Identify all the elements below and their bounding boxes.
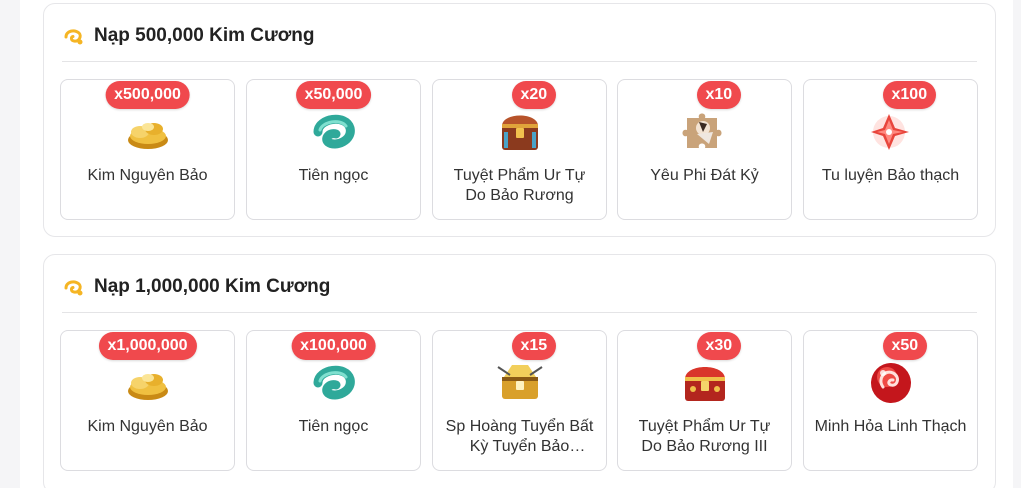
reward-card[interactable]: x100,000 Tiên ngọc	[246, 330, 421, 471]
item-name: Yêu Phi Đát Kỷ	[650, 167, 759, 184]
reward-card[interactable]: x20 Tuyệt Phẩm Ur Tự Do Bảo Rương	[432, 79, 607, 220]
section-title: Nạp 1,000,000 Kim Cương	[94, 276, 331, 297]
reward-card[interactable]: x15 Sp Hoàng Tuyển Bất Kỳ Tuyển Bảo Rươn…	[432, 330, 607, 471]
quantity-badge: x50,000	[295, 81, 372, 109]
jade-icon	[306, 353, 362, 409]
reward-card[interactable]: x100 Tu luyện Bảo thạch	[803, 79, 978, 220]
recharge-tier-1m: Nạp 1,000,000 Kim Cương x1,000,000 Kim N…	[43, 254, 996, 488]
quantity-badge: x100	[882, 81, 937, 109]
fire-orb-icon	[863, 353, 919, 409]
quantity-badge: x20	[511, 81, 557, 109]
quantity-badge: x15	[511, 332, 557, 360]
gold-ingot-icon	[120, 102, 176, 158]
section-header: Nạp 1,000,000 Kim Cương	[62, 273, 977, 313]
item-name: Kim Nguyên Bảo	[87, 418, 208, 435]
reward-card[interactable]: x30 Tuyệt Phẩm Ur Tự Do Bảo Rương III	[617, 330, 792, 471]
section-header: Nạp 500,000 Kim Cương	[62, 22, 977, 62]
item-name: Sp Hoàng Tuyển Bất Kỳ Tuyển Bảo Rương	[445, 418, 594, 455]
item-name: Kim Nguyên Bảo	[87, 167, 208, 184]
reward-card[interactable]: x50,000 Tiên ngọc	[246, 79, 421, 220]
quantity-badge: x50	[882, 332, 928, 360]
quantity-badge: x100,000	[291, 332, 376, 360]
red-chest-icon	[677, 353, 733, 409]
reward-card[interactable]: x10 Yêu Phi Đát Kỷ	[617, 79, 792, 220]
golden-chest-icon	[492, 353, 548, 409]
coin-swirl-icon	[64, 29, 83, 45]
scrollbar-gutter	[1013, 0, 1021, 488]
item-name: Tuyệt Phẩm Ur Tự Do Bảo Rương III	[638, 418, 771, 455]
treasure-chest-icon	[492, 102, 548, 158]
item-name: Tuyệt Phẩm Ur Tự Do Bảo Rương	[453, 167, 586, 204]
red-gem-icon	[863, 102, 919, 158]
puzzle-piece-icon	[677, 102, 733, 158]
coin-swirl-icon	[64, 280, 83, 296]
quantity-badge: x30	[696, 332, 742, 360]
reward-card[interactable]: x1,000,000 Kim Nguyên Bảo	[60, 330, 235, 471]
item-name: Minh Hỏa Linh Thạch	[814, 418, 967, 435]
section-title: Nạp 500,000 Kim Cương	[94, 25, 315, 46]
quantity-badge: x1,000,000	[98, 332, 197, 360]
reward-card[interactable]: x500,000 Kim Nguyên Bảo	[60, 79, 235, 220]
item-name: Tiên ngọc	[298, 167, 369, 184]
reward-card[interactable]: x50 Minh Hỏa Linh Thạch	[803, 330, 978, 471]
jade-icon	[306, 102, 362, 158]
quantity-badge: x10	[696, 81, 742, 109]
item-name: Tu luyện Bảo thạch	[821, 167, 960, 184]
reward-list: x1,000,000 Kim Nguyên Bảo x100,000 Tiên …	[60, 330, 979, 472]
item-name: Tiên ngọc	[298, 418, 369, 435]
gold-ingot-icon	[120, 353, 176, 409]
recharge-tier-500k: Nạp 500,000 Kim Cương x500,000 Kim Nguyê…	[43, 3, 996, 237]
reward-list: x500,000 Kim Nguyên Bảo x50,000 Tiên ngọ…	[60, 79, 979, 221]
quantity-badge: x500,000	[105, 81, 190, 109]
